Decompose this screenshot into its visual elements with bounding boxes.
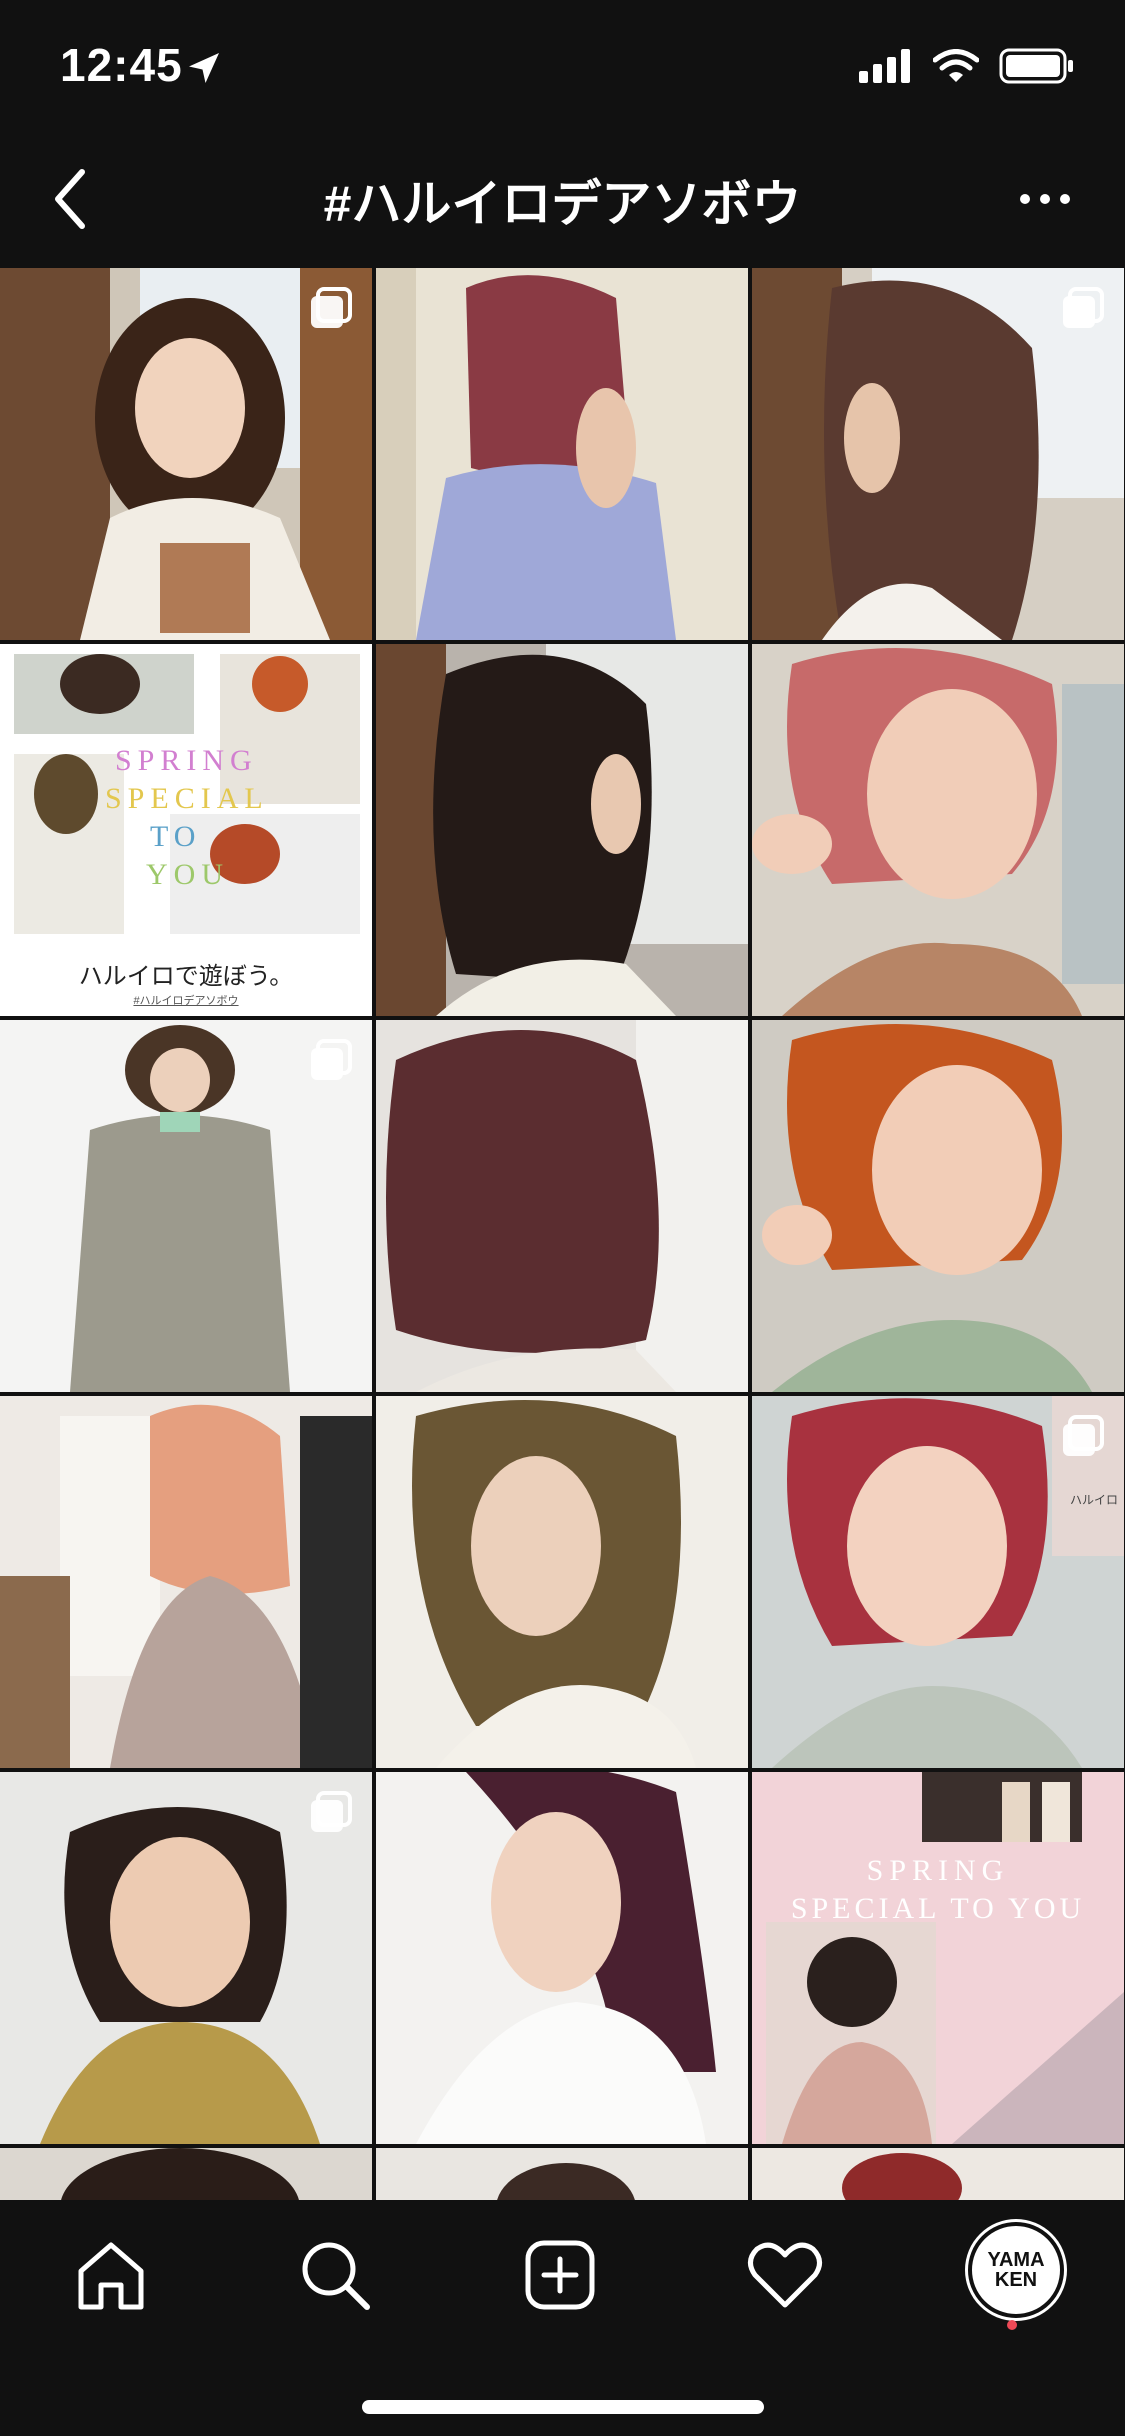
multiple-images-icon <box>311 1039 352 1080</box>
post-grid: SPRING SPECIAL TO YOU ハルイロで遊ぼう。 #ハルイロデアソ… <box>0 268 1125 2200</box>
post-image <box>752 2148 1124 2200</box>
post-thumbnail[interactable]: SPRING SPECIAL TO YOU ハルイロで遊ぼう。 #ハルイロデアソ… <box>0 644 372 1016</box>
post-image <box>376 2148 748 2200</box>
post-image <box>376 1020 748 1392</box>
sign-text: ハルイロ <box>1070 1493 1119 1507</box>
status-bar: 12:45 <box>0 0 1125 130</box>
search-icon <box>302 2242 370 2310</box>
post-image <box>376 1396 748 1768</box>
post-thumbnail[interactable] <box>752 1020 1124 1392</box>
status-indicators <box>859 48 1075 84</box>
post-thumbnail[interactable] <box>0 268 372 640</box>
page-title: #ハルイロデアソボウ <box>323 176 802 232</box>
post-thumbnail[interactable] <box>0 1772 372 2144</box>
post-thumbnail[interactable] <box>376 2148 748 2200</box>
post-caption: ハルイロで遊ぼう。 <box>78 962 294 990</box>
post-thumbnail[interactable] <box>376 268 748 640</box>
profile-avatar[interactable]: YAMA KEN <box>968 2222 1064 2318</box>
activity-heart-icon <box>748 2242 822 2308</box>
overlay-line: SPRING <box>115 744 258 777</box>
post-image <box>376 268 748 640</box>
post-thumbnail[interactable] <box>752 644 1124 1016</box>
post-image <box>0 2148 372 2200</box>
post-image <box>376 1772 748 2144</box>
post-thumbnail[interactable] <box>0 1396 372 1768</box>
post-image <box>752 1772 1124 2144</box>
multiple-images-icon <box>311 287 352 328</box>
post-tag: #ハルイロデアソボウ <box>133 995 239 1007</box>
overlay-line: SPECIAL TO YOU <box>790 1892 1086 1925</box>
multiple-images-icon <box>1063 287 1104 328</box>
post-thumbnail[interactable] <box>0 2148 372 2200</box>
overlay-line: TO <box>150 820 202 853</box>
notification-dot <box>1007 2320 1017 2330</box>
post-thumbnail[interactable]: SPRING SPECIAL TO YOU <box>752 1772 1124 2144</box>
post-thumbnail[interactable] <box>376 1396 748 1768</box>
tab-home[interactable] <box>66 2230 156 2320</box>
avatar-label: YAMA KEN <box>987 2249 1045 2291</box>
post-thumbnail[interactable] <box>752 268 1124 640</box>
status-time: 12:45 <box>60 39 183 91</box>
hashtag-header: #ハルイロデアソボウ <box>0 130 1125 268</box>
home-indicator[interactable] <box>362 2400 764 2414</box>
post-image <box>752 1020 1124 1392</box>
multiple-images-icon <box>1063 1415 1104 1456</box>
home-icon <box>78 2242 144 2310</box>
post-image <box>752 644 1124 1016</box>
battery-icon <box>999 48 1073 84</box>
post-thumbnail[interactable] <box>376 1772 748 2144</box>
more-options-icon[interactable] <box>1015 174 1075 224</box>
tab-search[interactable] <box>290 2230 380 2320</box>
location-arrow-icon <box>189 53 219 83</box>
overlay-line: SPRING <box>866 1854 1010 1887</box>
post-thumbnail[interactable] <box>0 1020 372 1392</box>
wifi-icon <box>933 49 979 82</box>
post-image <box>376 644 748 1016</box>
signal-icon <box>859 49 910 83</box>
post-thumbnail[interactable]: ハルイロ <box>752 1396 1124 1768</box>
post-thumbnail[interactable] <box>376 1020 748 1392</box>
tab-activity[interactable] <box>740 2230 830 2320</box>
overlay-line: SPECIAL <box>105 782 269 815</box>
tab-new-post[interactable] <box>515 2230 605 2320</box>
new-post-icon <box>525 2240 595 2310</box>
post-thumbnail[interactable] <box>752 2148 1124 2200</box>
post-image <box>0 1396 372 1768</box>
post-thumbnail[interactable] <box>376 644 748 1016</box>
multiple-images-icon <box>311 1791 352 1832</box>
overlay-line: YOU <box>146 858 229 891</box>
